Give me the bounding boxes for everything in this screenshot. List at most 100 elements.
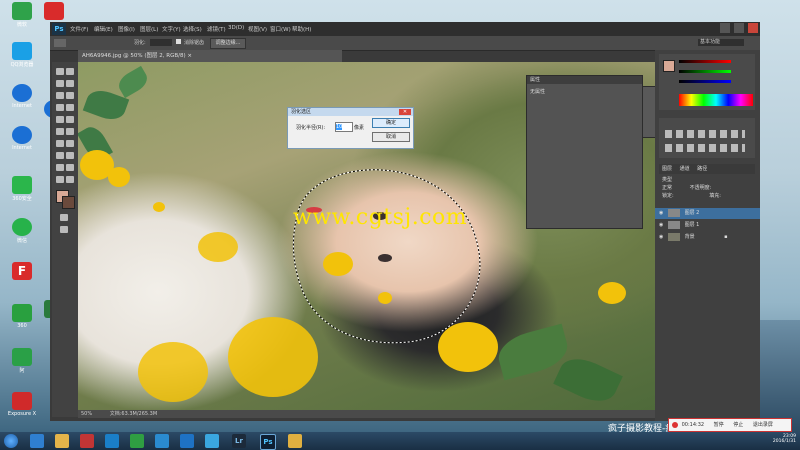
layer-row[interactable]: ◉ 图层 2 — [655, 208, 760, 219]
eye-icon[interactable]: ◉ — [659, 210, 663, 216]
app-icon[interactable] — [105, 434, 119, 448]
eyedropper-tool-icon[interactable] — [66, 92, 74, 99]
app-icon[interactable] — [130, 434, 144, 448]
red-slider[interactable] — [679, 60, 731, 63]
desktop-icon[interactable]: F — [2, 262, 42, 281]
app-icon — [44, 2, 64, 20]
cancel-button[interactable]: 取消 — [372, 132, 410, 142]
media-icon[interactable] — [80, 434, 94, 448]
app-icon[interactable] — [288, 434, 302, 448]
tab-channels[interactable]: 通道 — [680, 166, 690, 172]
menu-edit[interactable]: 编辑(E) — [94, 25, 113, 33]
lasso-tool-icon[interactable] — [54, 39, 66, 47]
blur-tool-icon[interactable] — [56, 140, 64, 147]
dialog-close-icon[interactable]: ✕ — [399, 109, 411, 115]
explorer-icon[interactable] — [55, 434, 69, 448]
refine-edge-button[interactable]: 调整边缘... — [210, 38, 246, 49]
menu-3d[interactable]: 3D(D) — [228, 25, 244, 31]
stamp-tool-icon[interactable] — [56, 116, 64, 123]
zoom-tool-icon[interactable] — [66, 176, 74, 183]
layer-thumbnail — [667, 208, 680, 217]
gradient-tool-icon[interactable] — [66, 128, 74, 135]
lock-icon: ▪ — [724, 234, 728, 240]
desktop-icon[interactable]: Exposure X — [2, 392, 42, 417]
menu-view[interactable]: 视图(V) — [248, 25, 267, 33]
desktop-icon[interactable]: 阿 — [2, 348, 42, 374]
type-tool-icon[interactable] — [66, 152, 74, 159]
app-icon[interactable] — [180, 434, 194, 448]
desktop-icon[interactable]: 360安全 — [2, 176, 42, 202]
background-color-swatch[interactable] — [62, 196, 75, 209]
maximize-icon[interactable] — [734, 23, 745, 33]
move-tool-icon[interactable] — [56, 68, 64, 75]
record-icon — [672, 421, 678, 428]
color-panel — [659, 54, 755, 110]
color-swatch[interactable] — [663, 60, 675, 72]
marquee-tool-icon[interactable] — [66, 68, 74, 75]
layer-row[interactable]: ◉ 图层 1 — [655, 220, 760, 231]
pen-tool-icon[interactable] — [56, 152, 64, 159]
menu-help[interactable]: 帮助(H) — [292, 25, 311, 33]
blue-slider[interactable] — [679, 80, 731, 83]
menu-layer[interactable]: 图层(L) — [140, 25, 158, 33]
desktop-icon[interactable]: Internet — [2, 126, 42, 151]
layer-row[interactable]: ◉ 背景 ▪ — [655, 232, 760, 243]
brush-tool-icon[interactable] — [66, 104, 74, 111]
shape-tool-icon[interactable] — [66, 164, 74, 171]
desktop-icon[interactable]: QQ浏览器 — [2, 42, 42, 68]
healing-tool-icon[interactable] — [56, 104, 64, 111]
zoom-level[interactable]: 50% — [81, 411, 92, 417]
eye-icon[interactable]: ◉ — [659, 222, 663, 228]
desktop-icon[interactable]: 微信 — [2, 218, 42, 244]
desktop-icon[interactable] — [34, 2, 74, 21]
menu-image[interactable]: 图像(I) — [118, 25, 135, 33]
app-icon — [12, 2, 32, 20]
ok-button[interactable]: 确定 — [372, 118, 410, 128]
properties-tab[interactable]: 属性 — [527, 76, 642, 84]
eraser-tool-icon[interactable] — [56, 128, 64, 135]
layer-filter-kind[interactable]: 类型 — [662, 177, 672, 183]
feather-radius-label: 羽化半径(R): — [296, 125, 326, 131]
ie-taskbar-icon[interactable] — [30, 434, 44, 448]
quick-select-tool-icon[interactable] — [66, 80, 74, 87]
menu-filter[interactable]: 滤镜(T) — [207, 25, 226, 33]
color-ramp[interactable] — [679, 94, 753, 106]
stop-button[interactable]: 停止 — [733, 422, 743, 428]
app-icon[interactable] — [205, 434, 219, 448]
feather-input[interactable] — [150, 39, 172, 46]
menu-file[interactable]: 文件(F) — [70, 25, 88, 33]
tab-layers[interactable]: 图层 — [662, 166, 672, 172]
green-slider[interactable] — [679, 70, 731, 73]
exit-recording-button[interactable]: 退出录屏 — [753, 422, 773, 428]
dodge-tool-icon[interactable] — [66, 140, 74, 147]
blend-mode-select[interactable]: 正常 — [662, 185, 672, 191]
hand-tool-icon[interactable] — [56, 176, 64, 183]
quick-mask-icon[interactable] — [60, 214, 68, 221]
menu-window[interactable]: 窗口(W) — [270, 25, 291, 33]
antialias-checkbox[interactable] — [176, 39, 181, 44]
ie-icon — [12, 84, 32, 102]
photoshop-taskbar-icon[interactable]: Ps — [260, 434, 276, 450]
lasso-tool-icon[interactable] — [56, 80, 64, 87]
path-select-tool-icon[interactable] — [56, 164, 64, 171]
adjustment-icons[interactable] — [665, 130, 745, 138]
adjustments-panel — [659, 118, 755, 158]
lightroom-icon[interactable]: Lr — [232, 434, 246, 448]
eye-icon[interactable]: ◉ — [659, 234, 663, 240]
history-brush-tool-icon[interactable] — [66, 116, 74, 123]
close-icon[interactable] — [748, 23, 758, 33]
screen-mode-icon[interactable] — [60, 226, 68, 233]
pause-button[interactable]: 暂停 — [714, 422, 724, 428]
tab-paths[interactable]: 路径 — [697, 166, 707, 172]
app-icon[interactable] — [155, 434, 169, 448]
minimize-icon[interactable] — [720, 23, 731, 33]
adjustment-icons[interactable] — [665, 144, 745, 152]
start-button-icon[interactable] — [4, 434, 18, 448]
crop-tool-icon[interactable] — [56, 92, 64, 99]
document-tab[interactable]: AH6A9946.jpg @ 50% (图层 2, RGB/8) × — [78, 50, 342, 62]
workspace-select[interactable]: 基本功能 — [698, 39, 744, 46]
menu-select[interactable]: 选择(S) — [183, 25, 202, 33]
menu-type[interactable]: 文字(Y) — [162, 25, 181, 33]
layer-thumbnail — [667, 232, 680, 241]
feather-radius-input[interactable]: 10 — [335, 122, 353, 132]
